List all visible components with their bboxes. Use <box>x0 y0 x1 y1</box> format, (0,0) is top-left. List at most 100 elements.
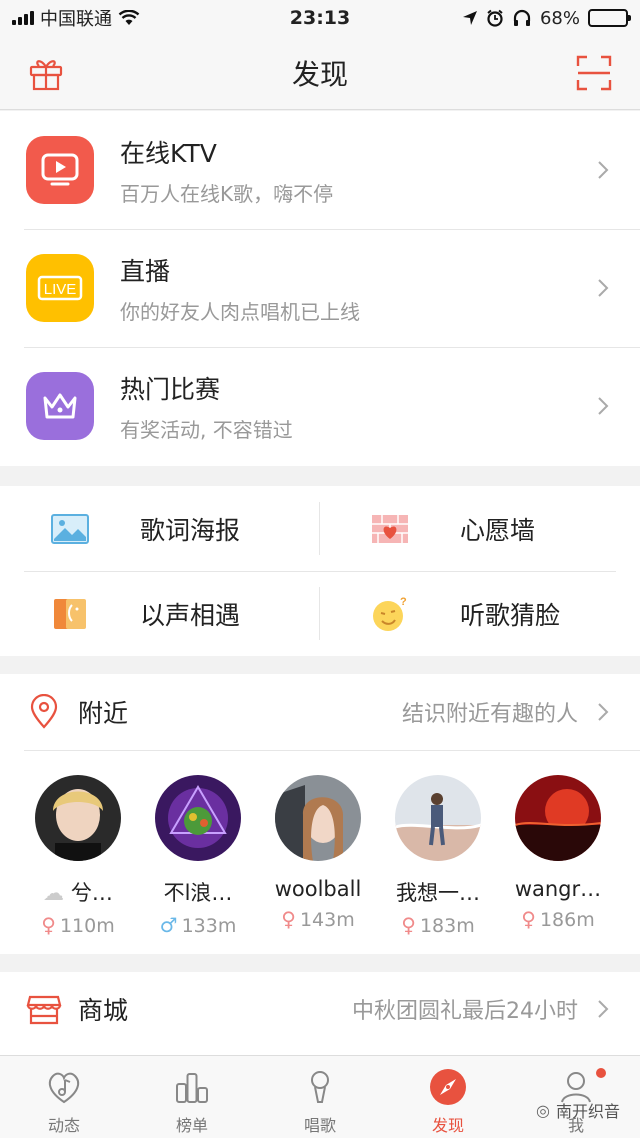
wish-wall-icon <box>370 509 410 549</box>
contest-row[interactable]: 热门比赛 有奖活动, 不容错过 <box>0 347 640 465</box>
live-icon: LIVE <box>26 254 94 322</box>
wish-wall-button[interactable]: 心愿墙 <box>320 486 640 571</box>
chevron-right-icon <box>598 1000 609 1018</box>
person-distance: ♀ 183m <box>401 913 475 937</box>
notification-dot <box>596 1068 606 1078</box>
female-icon: ♀ <box>401 913 416 937</box>
tab-me[interactable]: 我 <box>512 1056 640 1138</box>
watermark-text: 南开织音 <box>555 1102 620 1121</box>
feature-list: 在线KTV 百万人在线K歌，嗨不停 LIVE 直播 你的好友人肉点唱机已上线 热… <box>0 111 640 466</box>
avatar <box>395 775 481 861</box>
status-bar: 中国联通 23:13 68% <box>0 0 640 36</box>
mall-header[interactable]: 商城 中秋团圆礼最后24小时 <box>0 972 640 1046</box>
tab-feed[interactable]: 动态 <box>0 1056 128 1138</box>
compass-icon <box>427 1066 469 1108</box>
guess-face-button[interactable]: ? 听歌猜脸 <box>320 571 640 656</box>
person-distance: ♀ 110m <box>41 913 115 937</box>
watermark: ◎ 南开织音 <box>536 1098 620 1122</box>
microphone-icon <box>299 1066 341 1108</box>
mall-title: 商城 <box>78 996 129 1025</box>
shop-icon <box>26 995 62 1025</box>
chart-icon <box>171 1066 213 1108</box>
voice-meet-label: 以声相遇 <box>140 600 241 630</box>
music-heart-icon <box>43 1066 85 1108</box>
cloud-icon: ☁ <box>43 881 65 905</box>
live-row[interactable]: LIVE 直播 你的好友人肉点唱机已上线 <box>0 229 640 347</box>
scan-icon[interactable] <box>574 53 614 93</box>
nearby-person[interactable]: wangr… ♀ 186m <box>498 775 618 931</box>
live-badge-text: LIVE <box>44 281 77 298</box>
carrier-name: 中国联通 <box>40 9 112 30</box>
contest-title: 热门比赛 <box>120 374 221 404</box>
voice-meet-button[interactable]: 以声相遇 <box>0 571 320 656</box>
location-arrow-icon <box>462 11 477 25</box>
avatar <box>155 775 241 861</box>
chevron-right-icon <box>598 397 609 415</box>
lyric-poster-button[interactable]: 歌词海报 <box>0 486 320 571</box>
signal-icon <box>12 11 34 25</box>
clock: 23:13 <box>289 7 351 29</box>
ktv-row[interactable]: 在线KTV 百万人在线K歌，嗨不停 <box>0 111 640 229</box>
nearby-header[interactable]: 附近 结识附近有趣的人 <box>0 674 640 750</box>
person-name: woolball <box>274 877 362 901</box>
tab-feed-label: 动态 <box>47 1116 80 1135</box>
live-title: 直播 <box>120 256 171 286</box>
person-name: ☁ 兮… <box>43 881 113 905</box>
battery-percent: 68% <box>539 7 580 29</box>
ktv-title: 在线KTV <box>120 138 217 168</box>
avatar <box>515 775 601 861</box>
person-name: 我想一… <box>396 881 480 905</box>
male-icon: ♂ <box>159 913 178 937</box>
person-name: 不l浪… <box>163 881 233 905</box>
avatar <box>35 775 121 861</box>
alarm-icon <box>487 9 503 27</box>
svg-text:?: ? <box>400 596 407 608</box>
tab-discover[interactable]: 发现 <box>384 1056 512 1138</box>
wish-wall-label: 心愿墙 <box>460 515 536 545</box>
nearby-person[interactable]: 我想一… ♀ 183m <box>378 775 498 937</box>
battery-icon <box>587 9 631 27</box>
nearby-section: 附近 结识附近有趣的人 ☁ 兮… ♀ 110m 不l浪… ♂ 133m woolba… <box>0 674 640 954</box>
tab-charts-label: 榜单 <box>175 1116 208 1135</box>
page-title: 发现 <box>291 57 348 91</box>
person-distance: ♂ 133m <box>159 913 237 937</box>
nearby-title: 附近 <box>78 699 129 728</box>
ktv-subtitle: 百万人在线K歌，嗨不停 <box>120 181 334 206</box>
tab-charts[interactable]: 榜单 <box>128 1056 256 1138</box>
contest-subtitle: 有奖活动, 不容错过 <box>120 417 293 442</box>
mall-hint: 中秋团圆礼最后24小时 <box>352 999 578 1024</box>
guess-face-icon: ? <box>370 594 410 634</box>
voice-meet-icon <box>50 594 90 634</box>
live-subtitle: 你的好友人肉点唱机已上线 <box>120 299 360 324</box>
gift-icon[interactable] <box>26 53 66 93</box>
person-name: wangr… <box>514 877 602 901</box>
female-icon: ♀ <box>521 907 536 931</box>
tab-discover-label: 发现 <box>431 1116 464 1135</box>
nearby-person[interactable]: 不l浪… ♂ 133m <box>138 775 258 937</box>
tab-sing-label: 唱歌 <box>303 1116 336 1135</box>
headphones-icon <box>513 9 531 26</box>
female-icon: ♀ <box>281 907 296 931</box>
person-distance: ♀ 143m <box>281 907 355 931</box>
tab-sing[interactable]: 唱歌 <box>256 1056 384 1138</box>
chevron-right-icon <box>598 161 609 179</box>
chevron-right-icon <box>598 703 609 721</box>
nearby-person[interactable]: ☁ 兮… ♀ 110m <box>18 775 138 937</box>
location-pin-icon <box>30 694 58 729</box>
person-distance: ♀ 186m <box>521 907 595 931</box>
wechat-icon: ◎ <box>536 1100 550 1120</box>
crown-icon <box>26 372 94 440</box>
tab-bar: 动态 榜单 唱歌 发现 我 <box>0 1055 640 1138</box>
tools-grid: 歌词海报 心愿墙 以声相遇 ? 听歌猜脸 <box>0 486 640 656</box>
tv-play-icon <box>26 136 94 204</box>
lyric-poster-label: 歌词海报 <box>140 515 241 545</box>
mall-section: 商城 中秋团圆礼最后24小时 <box>0 972 640 1055</box>
nearby-person[interactable]: woolball ♀ 143m <box>258 775 378 931</box>
nav-bar: 发现 <box>0 36 640 110</box>
chevron-right-icon <box>598 279 609 297</box>
nearby-hint: 结识附近有趣的人 <box>401 702 578 727</box>
poster-icon <box>50 509 90 549</box>
female-icon: ♀ <box>41 913 56 937</box>
nearby-people: ☁ 兮… ♀ 110m 不l浪… ♂ 133m woolball ♀ 143m 我想一… <box>24 750 640 958</box>
avatar <box>275 775 361 861</box>
